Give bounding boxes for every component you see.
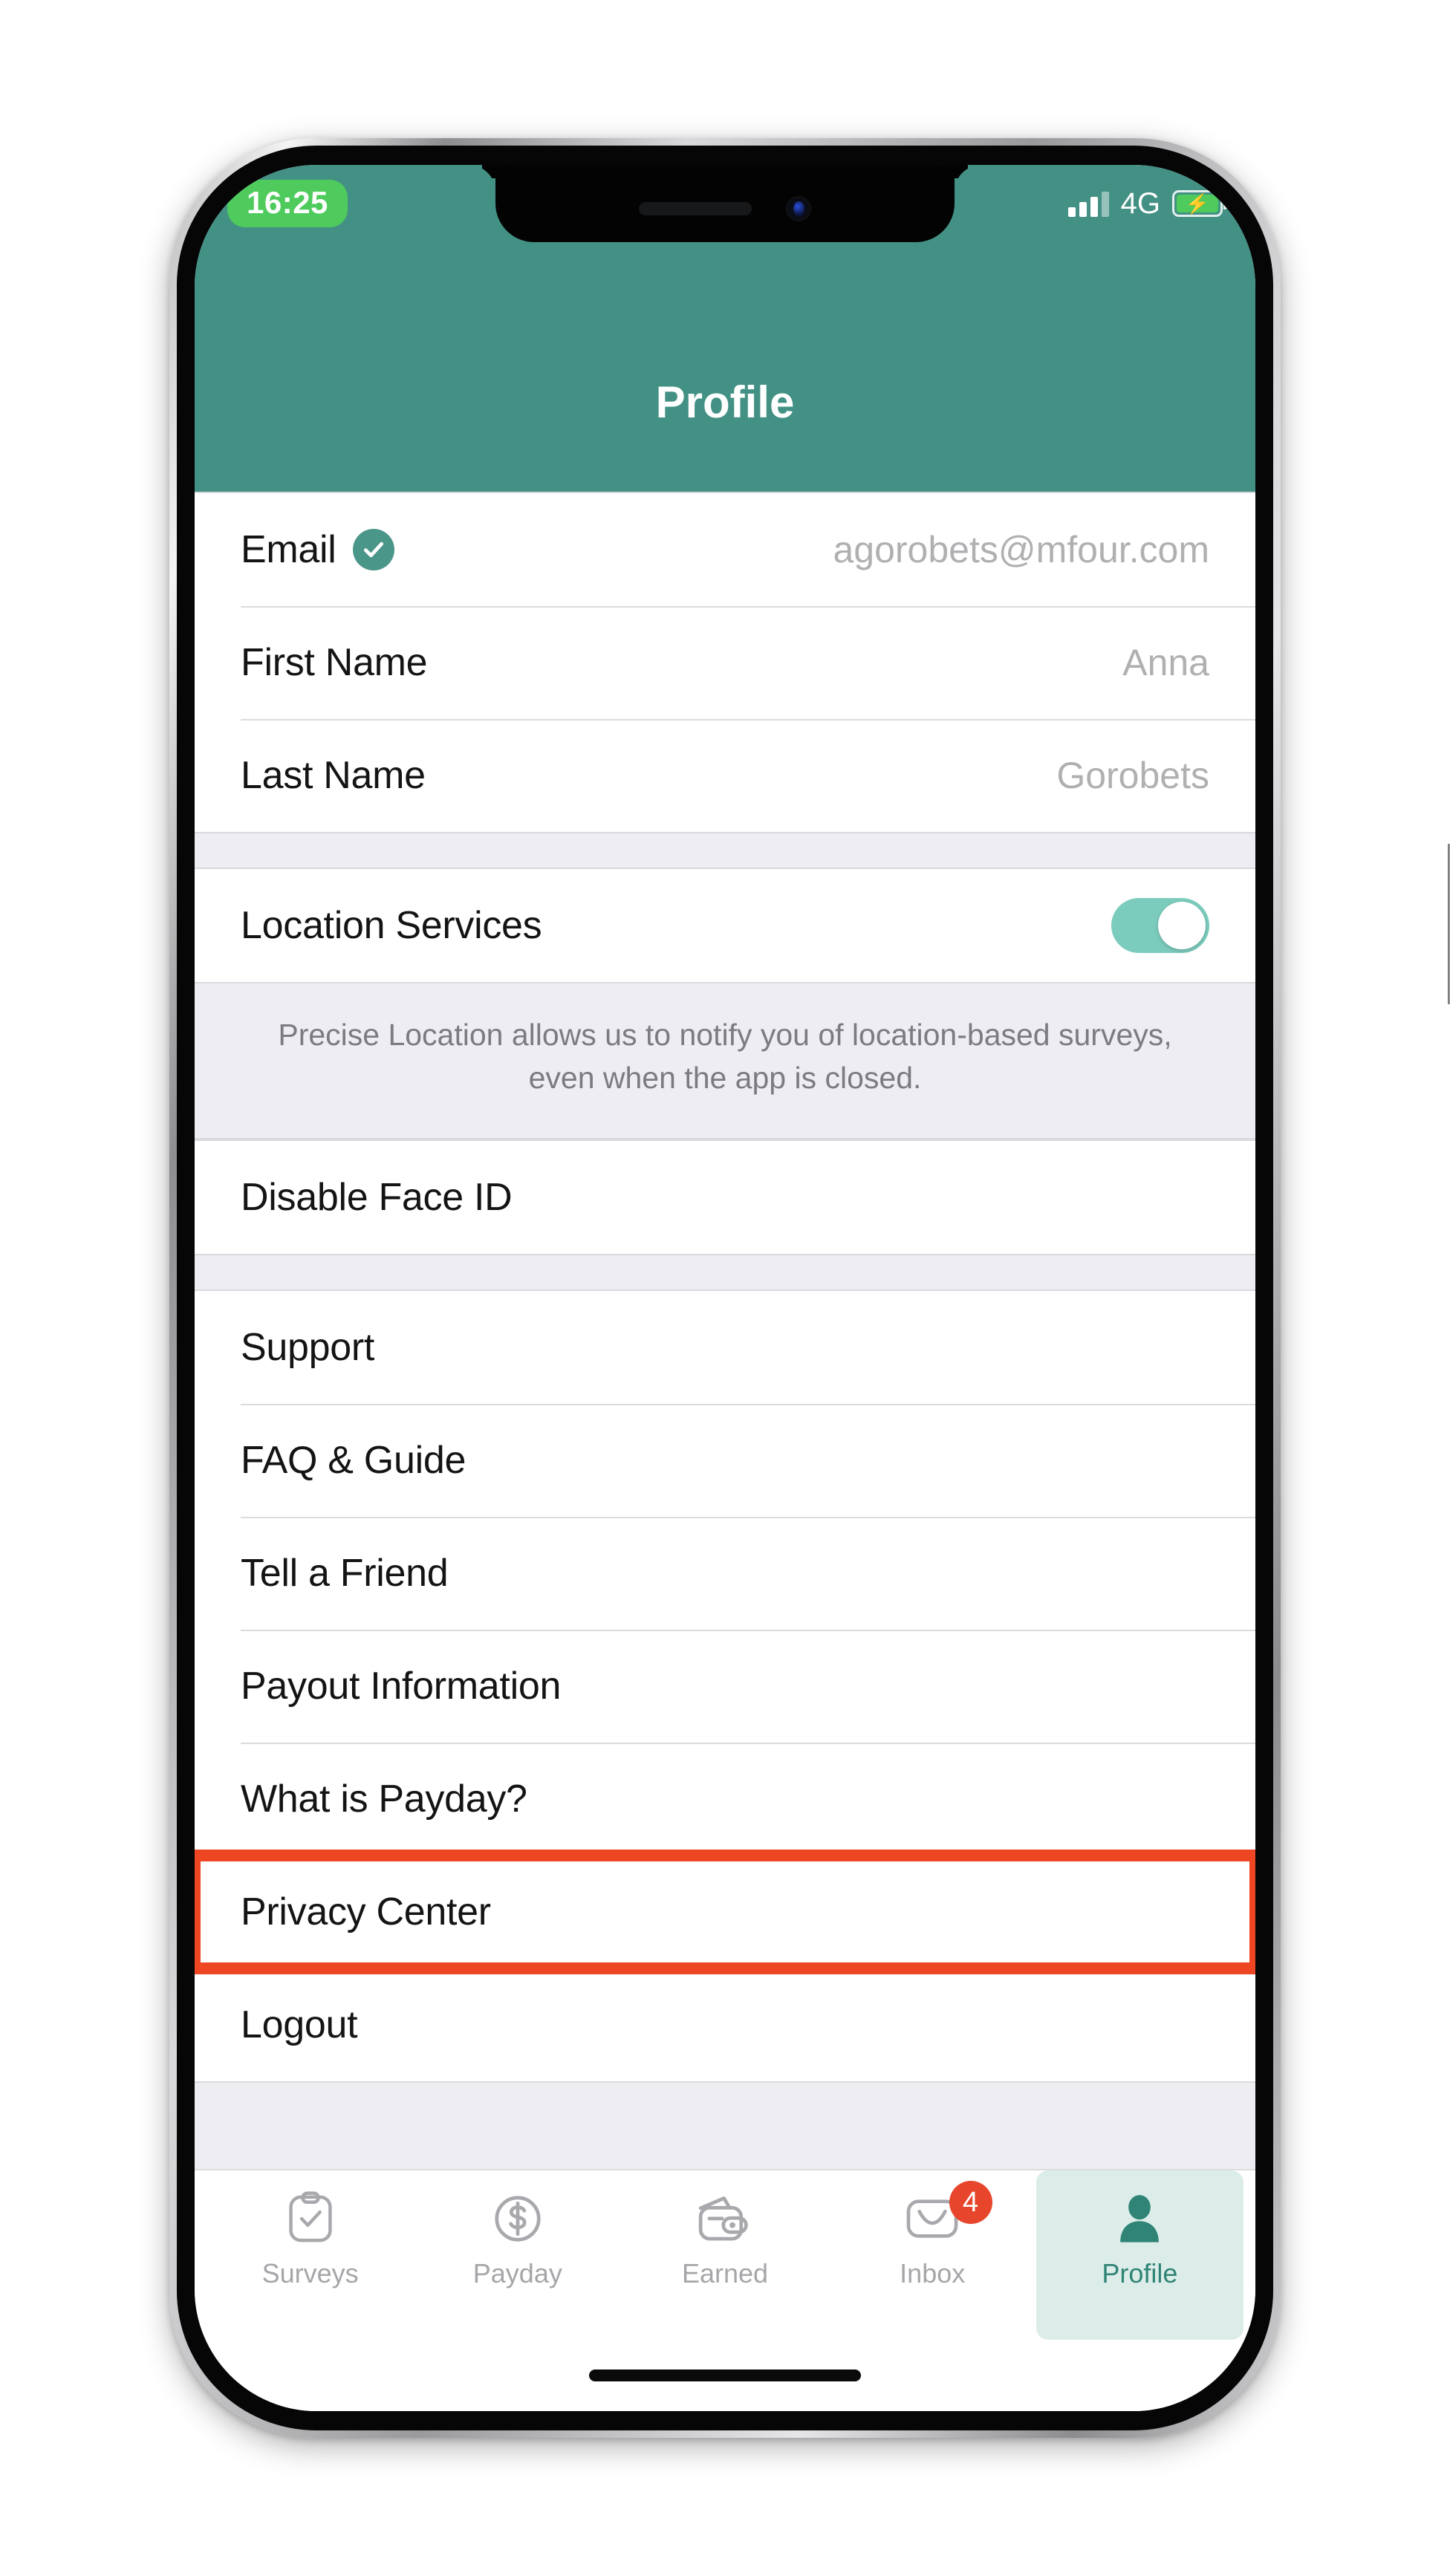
row-label-last-name: Last Name: [241, 754, 426, 797]
security-section: Disable Face ID: [195, 1139, 1255, 1256]
row-label-faq-guide: FAQ & Guide: [241, 1439, 466, 1483]
tab-label-payday: Payday: [472, 2258, 562, 2289]
row-support[interactable]: Support: [195, 1291, 1255, 1405]
network-type-label: 4G: [1120, 187, 1160, 220]
bottom-tab-bar: Surveys Payday Earned 4 Inbox Profile: [195, 2169, 1255, 2340]
location-help-paragraph: Precise Location allows us to notify you…: [278, 1018, 1172, 1096]
row-location-services[interactable]: Location Services: [195, 869, 1255, 982]
section-gap: [195, 833, 1255, 868]
home-indicator-bar[interactable]: [589, 2370, 861, 2381]
row-email[interactable]: Email agorobets@mfour.com: [195, 493, 1255, 606]
row-tell-a-friend[interactable]: Tell a Friend: [195, 1517, 1255, 1630]
status-bar-right: 4G ⚡: [1067, 187, 1227, 220]
signal-bars-icon: [1067, 190, 1109, 217]
row-label-privacy-center: Privacy Center: [241, 1890, 491, 1934]
row-label-what-is-payday: What is Payday?: [241, 1777, 527, 1821]
tab-label-inbox: Inbox: [900, 2258, 966, 2289]
account-section: Email agorobets@mfour.com First Name Ann…: [195, 492, 1255, 833]
row-value-last-name: Gorobets: [1056, 755, 1209, 796]
phone-bezel: 16:25 4G ⚡ Profile Email agorobets@mfour…: [177, 146, 1273, 2430]
support-section: Support FAQ & Guide Tell a Friend Payout…: [195, 1289, 1255, 2084]
inbox-unread-badge: 4: [949, 2181, 992, 2224]
tab-payday[interactable]: Payday: [414, 2170, 621, 2340]
wallet-icon: [696, 2190, 754, 2248]
row-label-support: Support: [241, 1326, 375, 1370]
clipboard-check-icon: [285, 2190, 337, 2248]
toggle-knob: [1158, 902, 1206, 949]
charging-bolt-icon: ⚡: [1185, 192, 1210, 215]
row-label-payout-information: Payout Information: [241, 1665, 562, 1708]
row-first-name[interactable]: First Name Anna: [195, 606, 1255, 719]
speaker-grille-icon: [639, 202, 752, 215]
location-help-text: Precise Location allows us to notify you…: [195, 983, 1255, 1140]
row-label-tell-a-friend: Tell a Friend: [241, 1552, 449, 1596]
row-payout-information[interactable]: Payout Information: [195, 1630, 1255, 1743]
home-indicator: [195, 2340, 1255, 2411]
section-gap-2: [195, 1255, 1255, 1290]
profile-content: Email agorobets@mfour.com First Name Ann…: [195, 492, 1255, 2169]
row-value-first-name: Anna: [1122, 642, 1209, 683]
person-icon: [1115, 2190, 1164, 2248]
check-circle-icon: [352, 529, 394, 570]
phone-frame: 16:25 4G ⚡ Profile Email agorobets@mfour…: [169, 138, 1450, 2438]
row-faq-guide[interactable]: FAQ & Guide: [195, 1404, 1255, 1518]
row-disable-face-id[interactable]: Disable Face ID: [195, 1141, 1255, 1255]
row-privacy-center[interactable]: Privacy Center: [195, 1850, 1255, 1975]
front-camera-icon: [786, 196, 811, 221]
tab-label-surveys: Surveys: [261, 2258, 359, 2289]
page-title: Profile: [655, 377, 795, 427]
location-services-toggle[interactable]: [1111, 898, 1209, 953]
camera-lens-icon: [793, 201, 804, 216]
battery-fill: ⚡: [1177, 192, 1218, 215]
location-section: Location Services: [195, 868, 1255, 983]
tab-label-earned: Earned: [681, 2258, 769, 2289]
row-label-email: Email: [241, 528, 337, 571]
tab-inbox[interactable]: 4 Inbox: [829, 2170, 1036, 2340]
tab-profile[interactable]: Profile: [1036, 2170, 1244, 2340]
row-label-disable-face-id: Disable Face ID: [241, 1176, 513, 1220]
row-last-name[interactable]: Last Name Gorobets: [195, 719, 1255, 832]
phone-notch: [495, 165, 955, 242]
row-what-is-payday[interactable]: What is Payday?: [195, 1743, 1255, 1856]
row-label-location-services: Location Services: [241, 904, 542, 947]
tab-surveys[interactable]: Surveys: [207, 2170, 414, 2340]
tab-earned[interactable]: Earned: [621, 2170, 828, 2340]
battery-charging-icon: ⚡: [1172, 190, 1227, 217]
row-label-logout: Logout: [241, 2003, 358, 2047]
row-label-first-name: First Name: [241, 641, 428, 684]
phone-screen: 16:25 4G ⚡ Profile Email agorobets@mfour…: [195, 165, 1255, 2411]
tab-label-profile: Profile: [1102, 2258, 1178, 2289]
row-logout[interactable]: Logout: [195, 1968, 1255, 2082]
dollar-circle-icon: [491, 2190, 544, 2248]
status-time: 16:25: [227, 180, 348, 227]
section-gap-3: [195, 2083, 1255, 2169]
row-value-email: agorobets@mfour.com: [833, 529, 1209, 570]
